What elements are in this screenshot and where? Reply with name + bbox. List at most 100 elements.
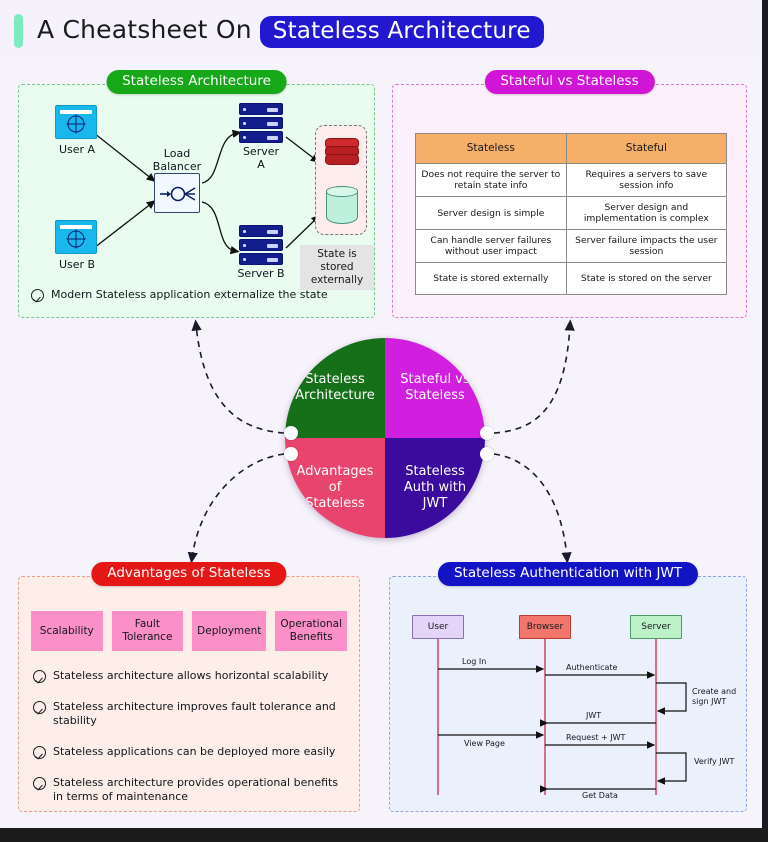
- panel-badge-comparison: Stateful vs Stateless: [484, 70, 655, 94]
- browser-titlebar: [60, 110, 92, 114]
- globe-icon: [66, 114, 86, 133]
- list-item-text: Stateless architecture provides operatio…: [53, 776, 339, 803]
- cell-stateless: Does not require the server to retain st…: [415, 163, 567, 197]
- check-circle-icon: [33, 701, 46, 714]
- user-b-browser-icon: [55, 220, 97, 254]
- advantage-tag-list: Scalability Fault Tolerance Deployment O…: [31, 611, 347, 651]
- list-item-text: Stateless applications can be deployed m…: [53, 745, 336, 758]
- cell-stateless: Server design is simple: [415, 196, 567, 230]
- panel-badge-advantages: Advantages of Stateless: [91, 562, 287, 586]
- external-state-store: [315, 125, 367, 235]
- cube-layer: [325, 154, 359, 165]
- user-b-label: User B: [58, 258, 96, 271]
- server-unit: [239, 253, 283, 265]
- cell-stateless: Can handle server failures without user …: [415, 229, 567, 263]
- panel-stateful-vs-stateless: Stateless Stateful Does not require the …: [392, 70, 747, 318]
- table-row: Server design is simple Server design an…: [415, 196, 728, 230]
- bottom-bar: [0, 828, 768, 842]
- panel-stateless-architecture: User A User B Load Balancer Server A Ser…: [18, 70, 375, 318]
- server-a-icon: [239, 103, 283, 143]
- panel-advantages-of-stateless: Scalability Fault Tolerance Deployment O…: [18, 562, 360, 812]
- advantage-bullet-list: Stateless architecture allows horizontal…: [33, 669, 345, 821]
- server-unit: [239, 225, 283, 237]
- check-circle-icon: [33, 670, 46, 683]
- server-a-label: Server A: [242, 145, 280, 171]
- check-circle-icon: [31, 289, 44, 302]
- page-title-badge: Stateless Architecture: [259, 15, 544, 48]
- load-balancer-label: Load Balancer: [152, 147, 202, 173]
- page-header: A Cheatsheet On Stateless Architecture: [0, 0, 762, 62]
- sequence-message-get-data: Get Data: [582, 791, 618, 800]
- list-item-text: Stateless architecture improves fault to…: [53, 700, 336, 727]
- sequence-message-authenticate: Authenticate: [566, 663, 618, 672]
- hub-connector-dot-top-left: [284, 426, 298, 440]
- check-circle-icon: [33, 777, 46, 790]
- panel-arch-body: User A User B Load Balancer Server A Ser…: [18, 84, 375, 318]
- table-row: State is stored externally State is stor…: [415, 262, 728, 295]
- advantage-tag-scalability[interactable]: Scalability: [31, 611, 103, 651]
- server-b-icon: [239, 225, 283, 265]
- hub-quadrant-jwt-auth[interactable]: Stateless Auth with JWT: [385, 438, 485, 538]
- list-item: Stateless architecture allows horizontal…: [33, 669, 345, 683]
- server-unit: [239, 131, 283, 143]
- hub-quadrant-stateful-vs-stateless[interactable]: Stateful vs Stateless: [385, 338, 485, 438]
- comparison-table-head: Stateless Stateful: [415, 133, 728, 164]
- architecture-footnote: Modern Stateless application externalize…: [31, 288, 362, 302]
- cell-stateful: Server failure impacts the user session: [565, 229, 728, 263]
- sequence-actor-user: User: [412, 615, 464, 639]
- sequence-message-login: Log In: [462, 657, 487, 666]
- redis-cache-icon: [325, 138, 359, 166]
- column-header-stateless: Stateless: [415, 133, 567, 164]
- hub-connector-dot-bottom-right: [480, 447, 494, 461]
- panel-badge-architecture: Stateless Architecture: [106, 70, 287, 94]
- hub-connector-dot-top-right: [480, 426, 494, 440]
- comparison-table: Stateless Stateful Does not require the …: [415, 133, 728, 295]
- hub-quadrant-stateless-architecture[interactable]: Stateless Architecture: [285, 338, 385, 438]
- sequence-message-request-jwt: Request + JWT: [566, 733, 626, 742]
- title-accent-bar: [14, 14, 23, 48]
- state-stored-externally-note: State is stored externally: [300, 245, 374, 290]
- cheatsheet-page: A Cheatsheet On Stateless Architecture U…: [0, 0, 768, 842]
- table-row: Does not require the server to retain st…: [415, 163, 728, 197]
- browser-titlebar: [60, 225, 92, 229]
- server-b-label: Server B: [237, 267, 285, 280]
- right-edge-strip: [762, 0, 768, 830]
- sequence-actor-server: Server: [630, 615, 682, 639]
- panel-jwt-body: User Browser Server Log In Authenticate …: [389, 576, 747, 812]
- hub-circle: Stateless Architecture Stateful vs State…: [285, 338, 485, 538]
- comparison-table-body: Does not require the server to retain st…: [415, 163, 728, 295]
- panel-badge-jwt: Stateless Authentication with JWT: [437, 562, 699, 586]
- cell-stateless: State is stored externally: [415, 262, 567, 295]
- database-icon: [325, 185, 359, 224]
- sequence-message-jwt: JWT: [586, 711, 602, 720]
- advantage-tag-operational-benefits[interactable]: Operational Benefits: [275, 611, 347, 651]
- cell-stateful: Requires a servers to save session info: [565, 163, 728, 197]
- hub-quadrant-advantages[interactable]: Advantages of Stateless: [285, 438, 385, 538]
- globe-icon: [66, 229, 86, 248]
- panel-cmp-body: Stateless Stateful Does not require the …: [392, 84, 747, 318]
- advantage-tag-deployment[interactable]: Deployment: [192, 611, 267, 651]
- sequence-actor-browser: Browser: [519, 615, 571, 639]
- load-balancer-icon: [154, 173, 200, 213]
- central-hub: Stateless Architecture Stateful vs State…: [285, 338, 485, 538]
- hub-connector-dot-bottom-left: [284, 447, 298, 461]
- architecture-footnote-text: Modern Stateless application externalize…: [51, 288, 328, 301]
- sequence-note-verify-jwt: Verify JWT: [694, 757, 735, 766]
- list-item: Stateless architecture improves fault to…: [33, 700, 345, 728]
- user-a-browser-icon: [55, 105, 97, 139]
- table-row: Can handle server failures without user …: [415, 229, 728, 263]
- load-balancer-glyph: [160, 186, 196, 202]
- panel-adv-body: Scalability Fault Tolerance Deployment O…: [18, 576, 360, 812]
- sequence-note-create-sign-jwt: Create and sign JWT: [692, 687, 737, 706]
- list-item-text: Stateless architecture allows horizontal…: [53, 669, 329, 682]
- table-header-row: Stateless Stateful: [415, 133, 728, 164]
- page-title-prefix: A Cheatsheet On: [37, 14, 252, 44]
- server-unit: [239, 117, 283, 129]
- architecture-diagram: User A User B Load Balancer Server A Ser…: [19, 85, 374, 317]
- advantage-tag-fault-tolerance[interactable]: Fault Tolerance: [111, 611, 184, 651]
- panel-stateless-auth-jwt: User Browser Server Log In Authenticate …: [389, 562, 747, 812]
- list-item: Stateless applications can be deployed m…: [33, 745, 345, 759]
- cell-stateful: State is stored on the server: [565, 262, 728, 295]
- page-title: A Cheatsheet On Stateless Architecture: [37, 15, 544, 48]
- sequence-message-view-page: View Page: [464, 739, 505, 748]
